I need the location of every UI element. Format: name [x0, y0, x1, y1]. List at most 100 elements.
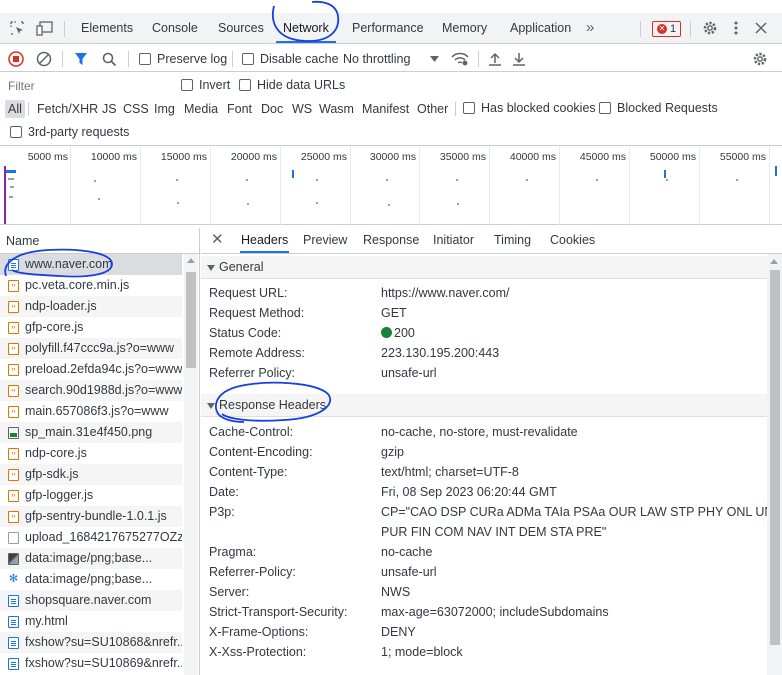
header-value[interactable]: no-cache — [381, 542, 432, 562]
hide-data-urls-checkbox[interactable]: Hide data URLs — [239, 77, 345, 93]
request-row[interactable]: ‹› search.90d1988d.js?o=www — [0, 380, 182, 401]
more-tabs-button[interactable]: » — [586, 13, 594, 43]
type-fetch-xhr[interactable]: Fetch/XHR — [35, 100, 100, 118]
tab-response[interactable]: Response — [363, 228, 419, 253]
third-party-checkbox[interactable]: 3rd-party requests — [10, 125, 129, 139]
header-value[interactable]: 1; mode=block — [381, 642, 463, 662]
general-section-header[interactable]: General — [201, 256, 767, 279]
timeline-overview[interactable]: 5000 ms 10000 ms 15000 ms 20000 ms 25000… — [0, 145, 782, 225]
header-value[interactable]: 200 — [381, 323, 415, 343]
checkbox-box[interactable] — [463, 102, 475, 114]
tab-performance[interactable]: Performance — [352, 13, 424, 43]
header-value[interactable]: NWS — [381, 582, 410, 602]
checkbox-box[interactable] — [242, 53, 254, 65]
filter-funnel-icon[interactable] — [74, 50, 88, 68]
request-row[interactable]: fxshow?su=SU10869&nrefr... — [0, 653, 182, 674]
request-row[interactable]: ‹› ndp-loader.js — [0, 296, 182, 317]
scrollbar-thumb[interactable] — [186, 272, 196, 368]
request-row[interactable]: shopsquare.naver.com — [0, 590, 182, 611]
request-list-scrollbar[interactable] — [184, 254, 198, 675]
tab-network[interactable]: Network — [276, 13, 336, 43]
scrollbar-thumb[interactable] — [770, 270, 780, 645]
scroll-up-arrow-icon[interactable] — [770, 259, 778, 264]
request-row[interactable]: ‹› gfp-logger.js — [0, 485, 182, 506]
header-value[interactable]: https://www.naver.com/ — [381, 283, 510, 303]
type-img[interactable]: Img — [152, 100, 177, 118]
request-row[interactable]: data:image/png;base... — [0, 548, 182, 569]
request-row[interactable]: ‹› main.657086f3.js?o=www — [0, 401, 182, 422]
checkbox-box[interactable] — [181, 79, 193, 91]
clear-icon[interactable] — [36, 50, 52, 68]
search-icon[interactable] — [102, 50, 117, 68]
tab-preview[interactable]: Preview — [303, 228, 347, 253]
header-value[interactable]: GET — [381, 303, 407, 323]
device-toolbar-icon[interactable] — [34, 17, 56, 39]
header-value[interactable]: DENY — [381, 622, 416, 642]
checkbox-box[interactable] — [10, 126, 22, 138]
request-row[interactable]: ‹› gfp-sentry-bundle-1.0.1.js — [0, 506, 182, 527]
tab-console[interactable]: Console — [152, 13, 198, 43]
type-manifest[interactable]: Manifest — [360, 100, 411, 118]
request-row[interactable]: www.naver.com — [0, 254, 182, 275]
tab-cookies[interactable]: Cookies — [550, 228, 595, 253]
tab-timing[interactable]: Timing — [494, 228, 531, 253]
scroll-up-arrow-icon[interactable] — [187, 258, 195, 263]
request-row[interactable]: ‹› ndp-core.js — [0, 443, 182, 464]
disable-cache-checkbox[interactable]: Disable cache — [242, 50, 339, 68]
preserve-log-checkbox[interactable]: Preserve log — [139, 50, 227, 68]
blocked-requests-checkbox[interactable]: Blocked Requests — [599, 101, 718, 115]
request-row[interactable]: ‹› polyfill.f47ccc9a.js?o=www — [0, 338, 182, 359]
header-value[interactable]: unsafe-url — [381, 562, 437, 582]
request-row[interactable]: upload_1684217675277OZz... — [0, 527, 182, 548]
header-value[interactable]: 223.130.195.200:443 — [381, 343, 499, 363]
tab-application[interactable]: Application — [510, 13, 571, 43]
settings-gear-icon[interactable] — [699, 17, 721, 39]
tab-memory[interactable]: Memory — [442, 13, 487, 43]
request-row[interactable]: ‹› pc.veta.core.min.js — [0, 275, 182, 296]
request-row[interactable]: ✻ data:image/png;base... — [0, 569, 182, 590]
tab-initiator[interactable]: Initiator — [433, 228, 474, 253]
header-value[interactable]: max-age=63072000; includeSubdomains — [381, 602, 609, 622]
inspect-element-icon[interactable] — [6, 17, 28, 39]
import-har-icon[interactable] — [488, 50, 502, 68]
close-details-icon[interactable]: ✕ — [211, 232, 224, 248]
header-value[interactable]: text/html; charset=UTF-8 — [381, 462, 519, 482]
type-wasm[interactable]: Wasm — [317, 100, 356, 118]
type-ws[interactable]: WS — [290, 100, 314, 118]
tab-sources[interactable]: Sources — [218, 13, 264, 43]
error-count-badge[interactable]: ✕ 1 — [652, 21, 682, 37]
details-scrollbar[interactable] — [767, 254, 782, 675]
throttling-select[interactable]: No throttling — [343, 50, 440, 68]
header-value[interactable]: Fri, 08 Sep 2023 06:20:44 GMT — [381, 482, 557, 502]
type-other[interactable]: Other — [415, 100, 450, 118]
type-js[interactable]: JS — [100, 100, 119, 118]
request-row[interactable]: my.html — [0, 611, 182, 632]
type-doc[interactable]: Doc — [259, 100, 285, 118]
invert-checkbox[interactable]: Invert — [181, 77, 230, 93]
close-devtools-icon[interactable] — [750, 17, 772, 39]
checkbox-box[interactable] — [599, 102, 611, 114]
export-har-icon[interactable] — [512, 50, 526, 68]
header-value[interactable]: no-cache, no-store, must-revalidate — [381, 422, 578, 442]
type-font[interactable]: Font — [225, 100, 254, 118]
checkbox-box[interactable] — [139, 53, 151, 65]
tab-elements[interactable]: Elements — [81, 13, 133, 43]
header-value[interactable]: unsafe-url — [381, 363, 437, 383]
network-conditions-icon[interactable] — [451, 50, 469, 68]
name-column-header[interactable]: Name — [0, 228, 199, 254]
request-row[interactable]: fxshow?su=SU10868&nrefr... — [0, 632, 182, 653]
request-row[interactable]: ‹› preload.2efda94c.js?o=www — [0, 359, 182, 380]
tab-headers[interactable]: Headers — [240, 228, 290, 253]
header-value-text[interactable]: PUR FIN COM NAV INT DEM STA PRE" — [381, 522, 606, 542]
checkbox-box[interactable] — [239, 79, 251, 91]
has-blocked-cookies-checkbox[interactable]: Has blocked cookies — [463, 101, 596, 115]
request-row[interactable]: ‹› gfp-core.js — [0, 317, 182, 338]
header-value[interactable]: gzip — [381, 442, 404, 462]
request-row[interactable]: sp_main.31e4f450.png — [0, 422, 182, 443]
type-media[interactable]: Media — [182, 100, 220, 118]
filter-input[interactable] — [8, 77, 168, 94]
request-row[interactable]: ‹› gfp-sdk.js — [0, 464, 182, 485]
network-settings-gear-icon[interactable] — [752, 50, 768, 68]
header-value[interactable]: CP="CAO DSP CURa ADMa TAIa PSAa OUR LAW … — [381, 502, 777, 522]
more-options-icon[interactable] — [725, 17, 747, 39]
